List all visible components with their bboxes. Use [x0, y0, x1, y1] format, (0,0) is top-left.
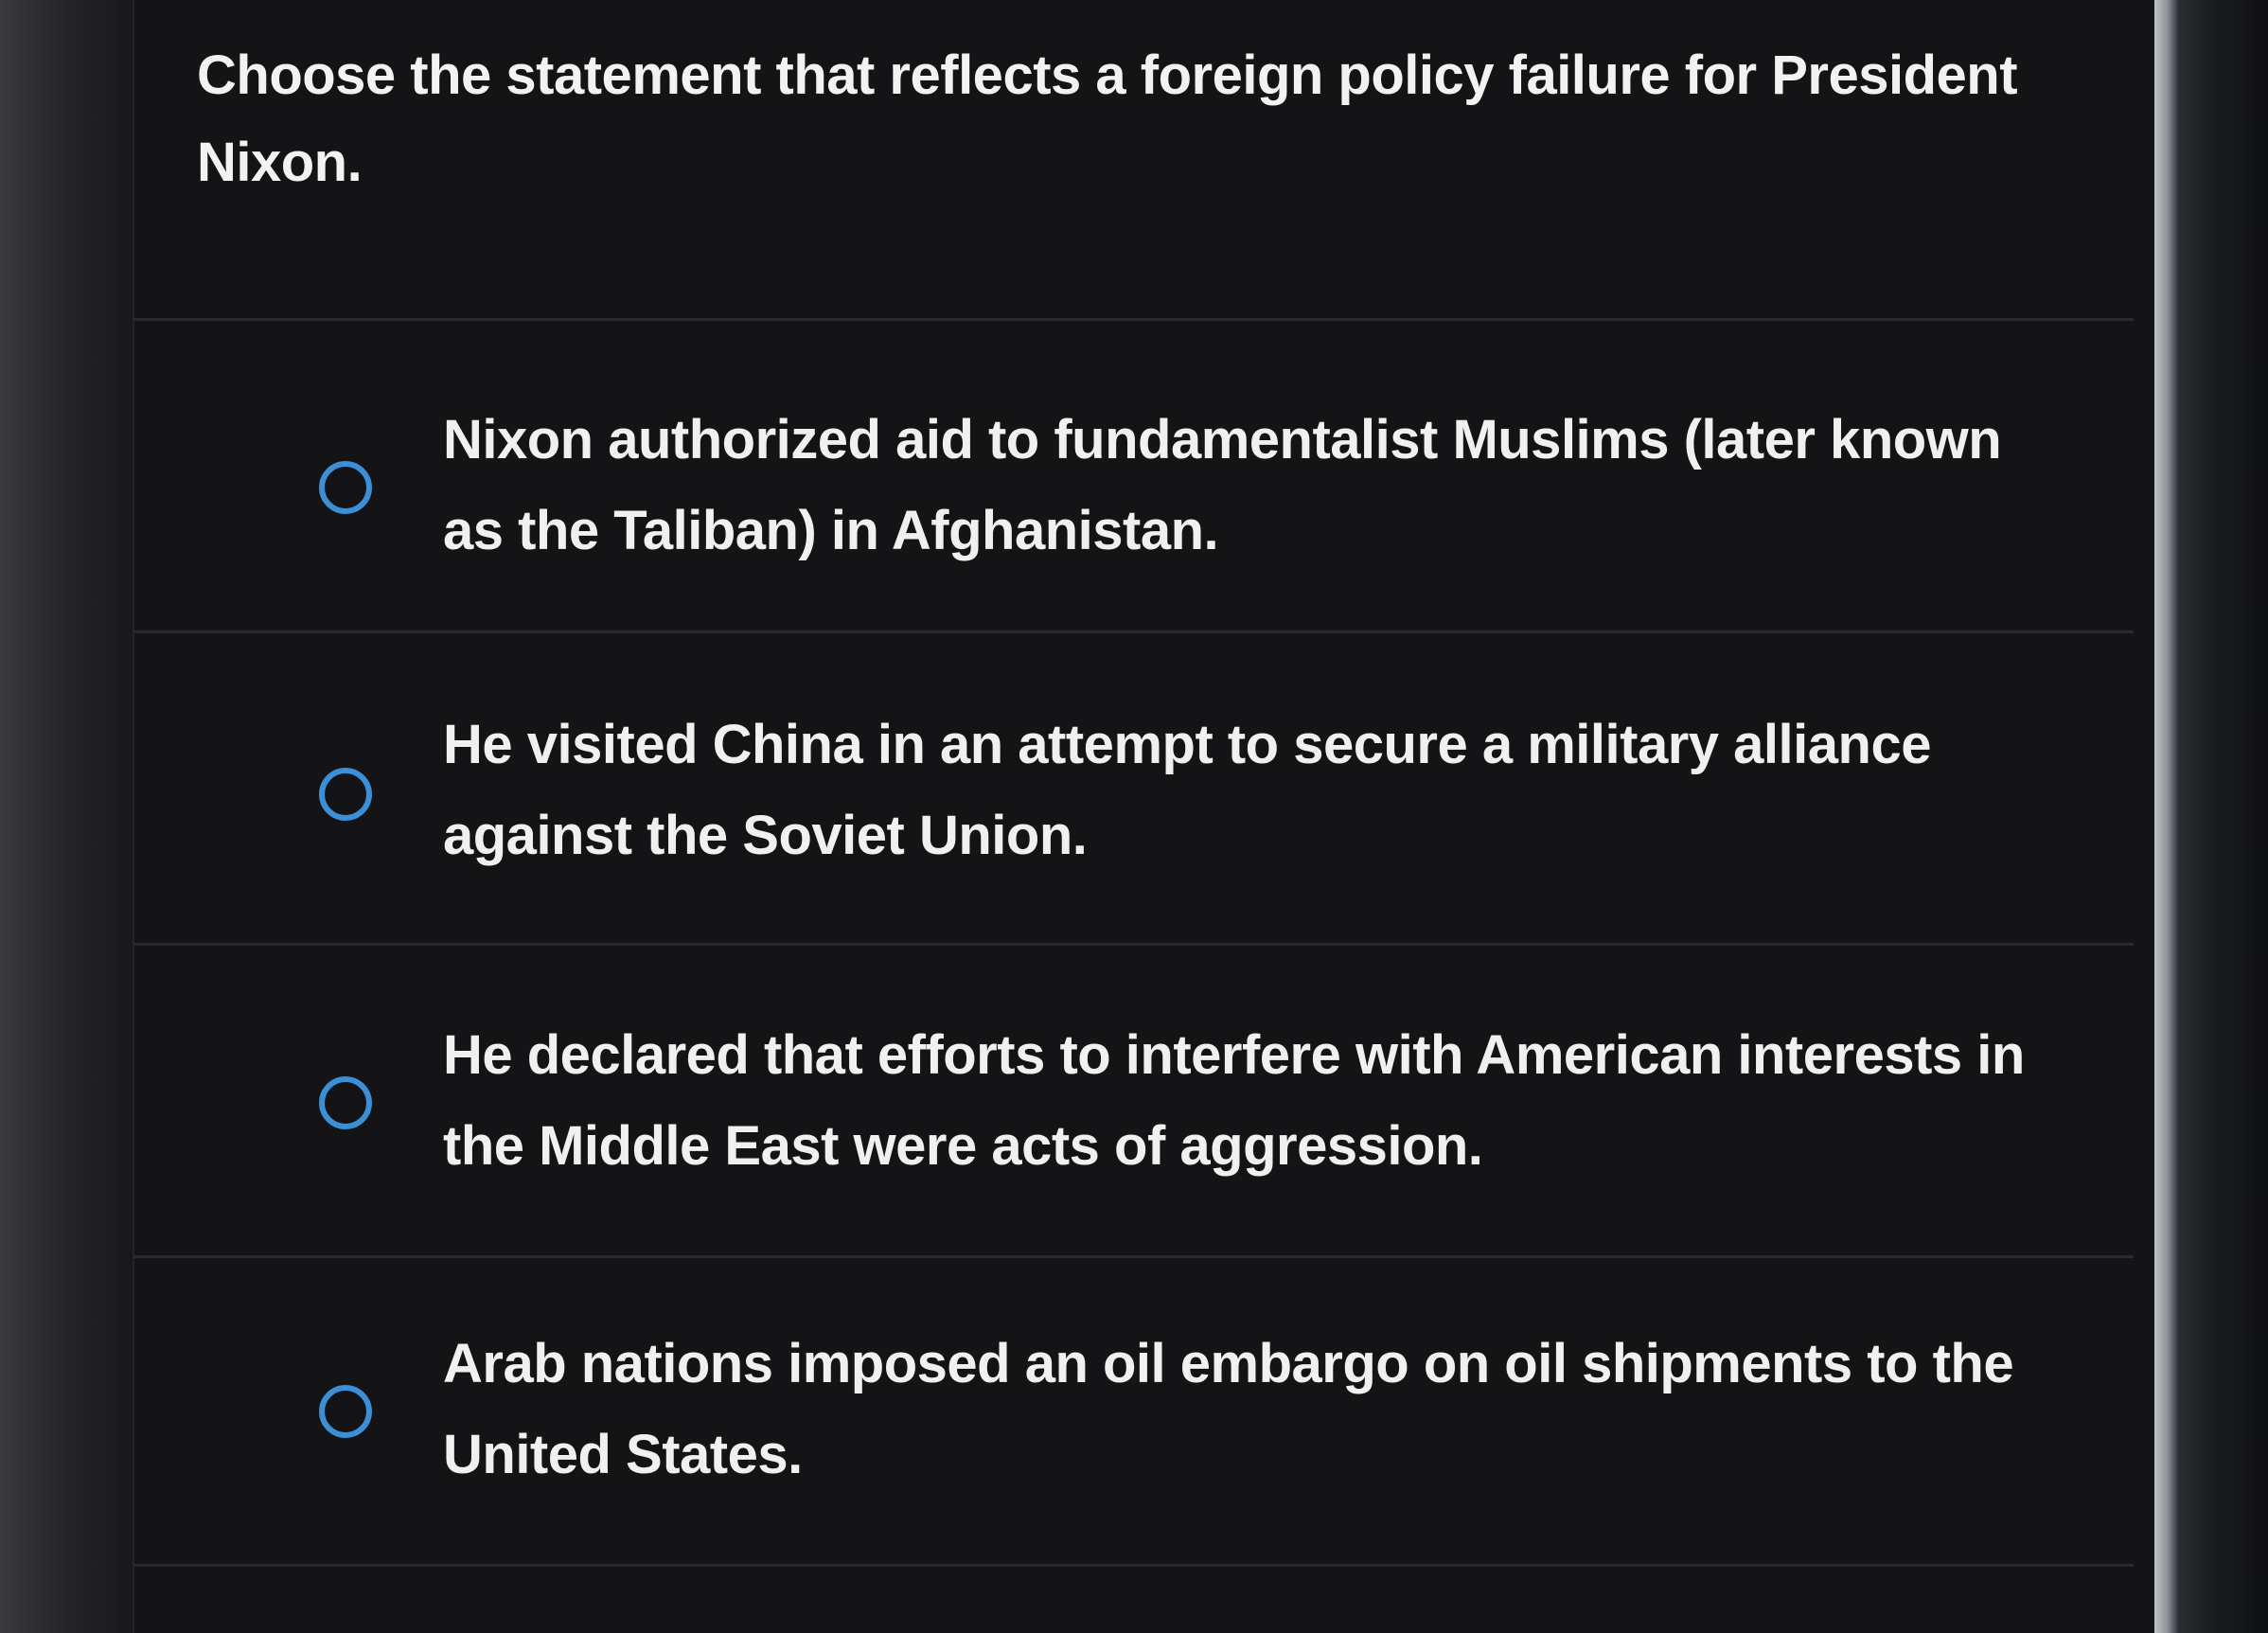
answer-option-4[interactable]: Arab nations imposed an oil embargo on o…	[134, 1258, 2134, 1567]
radio-button-icon[interactable]	[319, 1385, 372, 1438]
left-bezel	[0, 0, 133, 1633]
answer-option-label: Nixon authorized aid to fundamentalist M…	[443, 409, 2002, 561]
answer-option-3[interactable]: He declared that efforts to interfere wi…	[134, 946, 2134, 1254]
radio-button-icon[interactable]	[319, 768, 372, 821]
radio-button-icon[interactable]	[319, 1076, 372, 1129]
right-bezel	[2154, 0, 2268, 1633]
answer-option-1[interactable]: Nixon authorized aid to fundamentalist M…	[134, 321, 2134, 630]
answer-option-label: He visited China in an attempt to secure…	[443, 714, 1931, 866]
question-panel: Choose the statement that reflects a for…	[133, 0, 2134, 1633]
answer-option-label: Arab nations imposed an oil embargo on o…	[443, 1333, 2014, 1485]
answer-option-2[interactable]: He visited China in an attempt to secure…	[134, 633, 2134, 942]
divider	[134, 1564, 2134, 1567]
radio-button-icon[interactable]	[319, 461, 372, 514]
question-text: Choose the statement that reflects a for…	[197, 44, 2018, 193]
screen: Choose the statement that reflects a for…	[0, 0, 2268, 1633]
answer-option-label: He declared that efforts to interfere wi…	[443, 1024, 2025, 1177]
